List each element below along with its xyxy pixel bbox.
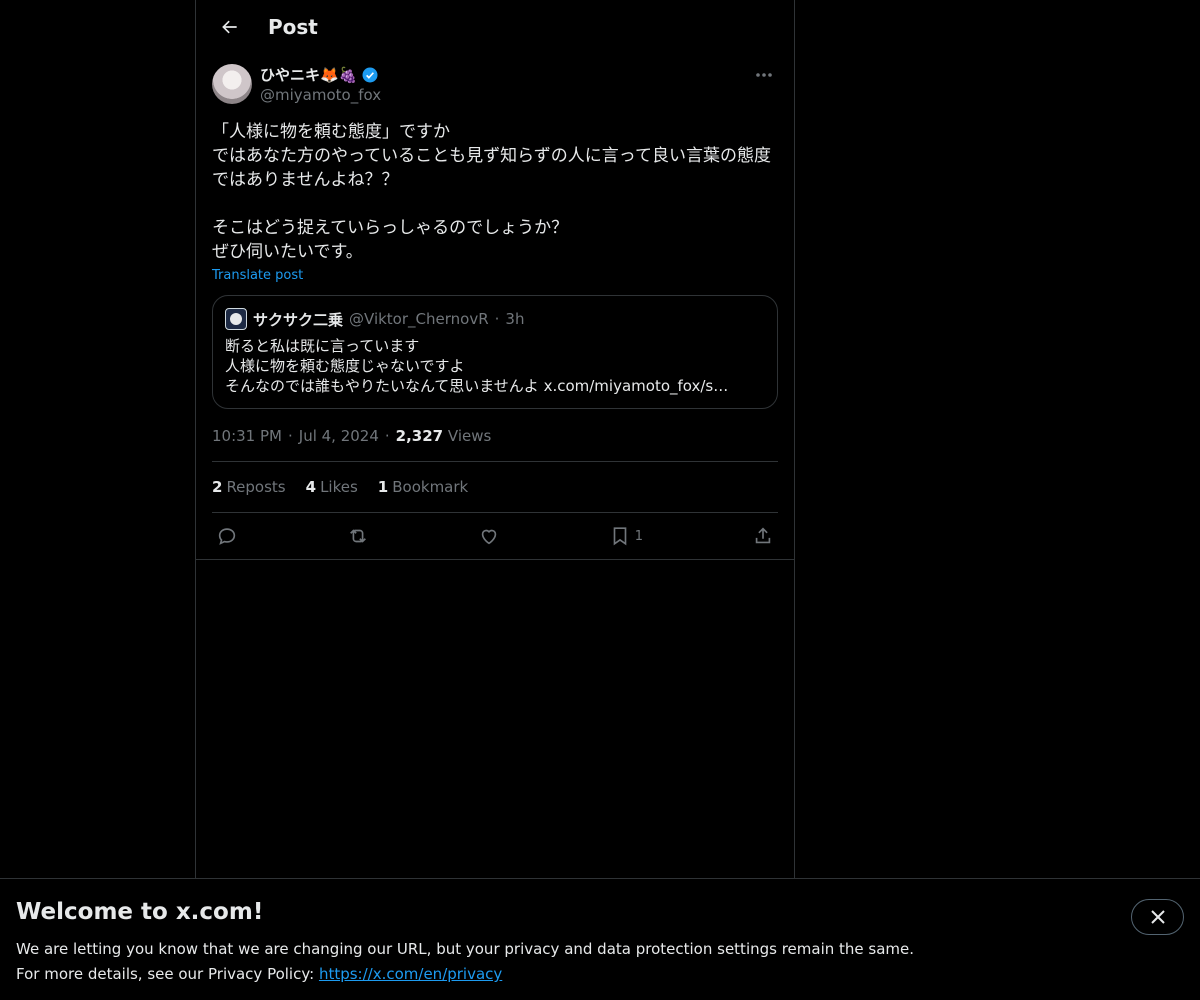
likes-label: Likes <box>320 478 358 496</box>
post: ひやニキ🦊🍇 @miyamoto_fox 「人様に物を頼む態度」ですか ではあな… <box>196 64 794 560</box>
quote-separator: · <box>494 310 500 328</box>
actions-row: 1 <box>196 513 794 560</box>
back-arrow-icon <box>222 20 237 34</box>
like-button[interactable] <box>478 525 500 547</box>
bookmarks-stat[interactable]: 1 Bookmark <box>378 478 468 496</box>
verified-badge-icon <box>362 67 378 82</box>
views-count: 2,327 <box>395 427 444 445</box>
bookmark-icon <box>613 527 627 546</box>
quote-display-name: サクサク二乗 <box>253 310 344 329</box>
author-row: ひやニキ🦊🍇 @miyamoto_fox <box>212 64 778 104</box>
banner-line-2-prefix: For more details, see our Privacy Policy… <box>16 965 319 983</box>
author-meta: ひやニキ🦊🍇 @miyamoto_fox <box>260 64 381 104</box>
repost-button[interactable] <box>347 525 369 547</box>
bookmarks-count: 1 <box>377 478 389 496</box>
reposts-label: Reposts <box>226 478 286 496</box>
more-icon <box>756 73 772 77</box>
bookmark-count: 1 <box>634 528 644 544</box>
banner-line-1: We are letting you know that we are chan… <box>16 940 915 958</box>
privacy-policy-link[interactable]: https://x.com/en/privacy <box>319 965 502 983</box>
display-name[interactable]: ひやニキ🦊🍇 <box>260 64 357 85</box>
repost-icon <box>350 529 366 543</box>
handle[interactable]: @miyamoto_fox <box>260 86 381 104</box>
meta-separator: · <box>287 427 293 445</box>
views: 2,327 Views <box>396 427 492 445</box>
banner-title: Welcome to x.com! <box>16 899 264 925</box>
reply-button[interactable] <box>216 525 238 547</box>
post-date[interactable]: Jul 4, 2024 <box>299 427 379 445</box>
more-options-button[interactable] <box>750 64 778 86</box>
banner-text: We are letting you know that we are chan… <box>16 937 1184 987</box>
quote-avatar <box>225 308 247 330</box>
back-button[interactable] <box>212 9 248 45</box>
close-icon <box>1150 910 1165 924</box>
stats-row: 2 Reposts 4 Likes 1 Bookmark <box>212 462 778 513</box>
post-text: 「人様に物を頼む態度」ですか ではあなた方のやっていることも見ず知らずの人に言っ… <box>212 122 771 262</box>
likes-count: 4 <box>305 478 317 496</box>
quote-header: サクサク二乗 @Viktor_ChernovR · 3h <box>225 308 765 330</box>
bookmarks-label: Bookmark <box>392 478 469 496</box>
likes-stat[interactable]: 4 Likes <box>306 478 358 496</box>
reposts-stat[interactable]: 2 Reposts <box>212 478 286 496</box>
reposts-count: 2 <box>212 478 223 496</box>
bookmark-button[interactable]: 1 <box>609 525 643 547</box>
quote-handle: @Viktor_ChernovR <box>349 310 489 328</box>
share-icon <box>755 527 771 544</box>
post-meta: 10:31 PM · Jul 4, 2024 · 2,327 Views <box>212 427 778 462</box>
banner-line-2: For more details, see our Privacy Policy… <box>16 962 1184 987</box>
heart-icon <box>481 529 497 545</box>
welcome-banner: Welcome to x.com! We are letting you kno… <box>0 878 1200 1000</box>
post-time[interactable]: 10:31 PM <box>212 427 282 445</box>
avatar[interactable] <box>212 64 252 104</box>
translate-post-link[interactable]: Translate post <box>212 268 303 283</box>
meta-separator: · <box>384 427 390 445</box>
share-button[interactable] <box>752 525 774 547</box>
reply-icon <box>218 528 236 545</box>
display-name-row: ひやニキ🦊🍇 <box>260 64 381 85</box>
quote-time: 3h <box>505 310 525 328</box>
views-label: Views <box>447 427 492 445</box>
close-banner-button[interactable] <box>1131 899 1184 935</box>
quoted-post[interactable]: サクサク二乗 @Viktor_ChernovR · 3h 断ると私は既に言ってい… <box>212 295 778 409</box>
primary-column: Post ひやニキ🦊🍇 @miyamoto_fox 「人様に物を頼む態度」ですか… <box>195 0 795 1000</box>
quote-text: 断ると私は既に言っています 人様に物を頼む態度じゃないですよ そんなのでは誰もや… <box>225 337 729 395</box>
page-title: Post <box>268 15 318 39</box>
header: Post <box>196 0 794 54</box>
